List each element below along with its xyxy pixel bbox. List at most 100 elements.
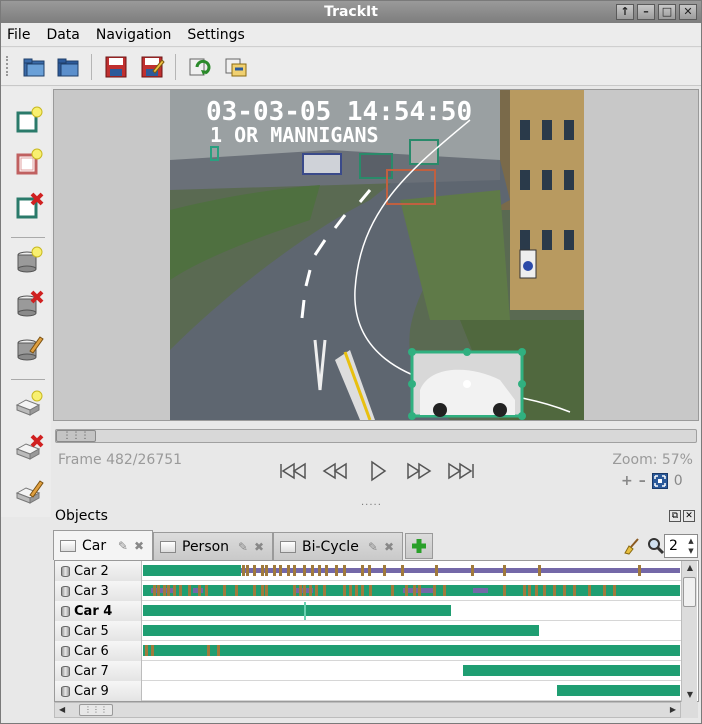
keyframe-marker[interactable] [303,565,306,576]
edit-key-icon[interactable] [14,477,44,507]
keyframe-marker[interactable] [355,585,358,596]
keyframe-marker[interactable] [343,565,346,576]
edit-class-icon[interactable]: ✎ [118,539,128,553]
zoom-in-icon[interactable]: + [621,473,633,489]
keyframe-marker[interactable] [335,565,338,576]
save-as-icon[interactable] [139,55,165,79]
new-key-icon[interactable] [14,389,44,419]
edit-object-icon[interactable] [14,333,44,363]
keyframe-marker[interactable] [563,585,566,596]
keyframe-marker[interactable] [543,585,546,596]
timeline-row[interactable]: Car 3 [55,581,682,601]
close-panel-button[interactable]: ✕ [683,510,695,522]
track-segment[interactable] [143,605,451,616]
keyframe-marker[interactable] [273,565,276,576]
delete-object-icon[interactable] [14,289,44,319]
edit-class-icon[interactable]: ✎ [238,540,248,554]
object-timeline[interactable]: Car 2 Car 3 Car 4 Car 5 Car 6 Car 7 Car 9 [54,560,699,702]
scroll-down-arrow[interactable]: ▼ [684,690,696,700]
broom-icon[interactable] [623,537,641,555]
object-label[interactable]: Car 4 [55,601,142,621]
keyframe-marker[interactable] [235,585,238,596]
new-box-icon[interactable] [14,105,44,135]
object-track[interactable] [143,621,680,641]
tab-person[interactable]: Person ✎ ✖ [153,532,273,560]
close-window-button[interactable]: ✕ [679,4,697,20]
current-frame-marker[interactable] [304,602,306,620]
keyframe-marker[interactable] [315,585,318,596]
timeline-row[interactable]: Car 6 [55,641,682,661]
timeline-row[interactable]: Car 9 [55,681,682,701]
tab-bi-cycle[interactable]: Bi-Cycle ✎ ✖ [273,532,403,560]
delete-class-icon[interactable]: ✖ [384,540,394,554]
keyframe-marker[interactable] [246,565,249,576]
object-track[interactable] [143,661,680,681]
keyframe-marker[interactable] [293,585,296,596]
keyframe-marker[interactable] [242,565,245,576]
keyframe-marker[interactable] [573,585,576,596]
keyframe-marker[interactable] [435,565,438,576]
keyframe-marker[interactable] [287,565,290,576]
keyframe-marker[interactable] [538,565,541,576]
edit-class-icon[interactable]: ✎ [368,540,378,554]
keyframe-marker[interactable] [391,585,394,596]
keyframe-marker[interactable] [401,565,404,576]
object-track[interactable] [143,561,680,581]
keyframe-marker[interactable] [361,585,364,596]
import-icon[interactable] [223,55,249,79]
timeline-row[interactable]: Car 7 [55,661,682,681]
scroll-left-arrow[interactable]: ◀ [59,705,65,714]
keyframe-marker[interactable] [279,565,282,576]
frame-scrollbar-thumb[interactable]: ⋮⋮⋮ [56,430,96,442]
save-icon[interactable] [103,55,129,79]
timeline-row[interactable]: Car 4 [55,601,682,621]
track-height-spinbox[interactable]: 2 ▲ ▼ [664,534,698,558]
scroll-up-arrow[interactable]: ▲ [684,563,696,573]
keyframe-marker[interactable] [198,585,201,596]
keyframe-marker[interactable] [553,585,556,596]
keyframe-marker[interactable] [145,645,148,656]
keyframe-marker[interactable] [217,645,220,656]
keyframe-marker[interactable] [265,565,268,576]
export-icon[interactable] [187,55,213,79]
zoom-out-icon[interactable]: – [639,473,646,489]
keyframe-marker[interactable] [157,585,160,596]
keyframe-marker[interactable] [368,565,371,576]
minimize-button[interactable]: – [637,4,655,20]
object-label[interactable]: Car 5 [55,621,142,641]
spin-arrows[interactable]: ▲ ▼ [686,536,696,556]
keyframe-marker[interactable] [369,585,372,596]
keyframe-marker[interactable] [207,645,210,656]
keyframe-marker[interactable] [205,585,208,596]
menu-navigation[interactable]: Navigation [96,27,172,43]
menu-data[interactable]: Data [46,27,79,43]
open-folder-alt-icon[interactable] [55,55,81,79]
video-frame[interactable]: 03-03-05 14:54:50 1 OR MANNIGANS [170,90,584,420]
menu-settings[interactable]: Settings [187,27,244,43]
keyframe-marker[interactable] [223,585,226,596]
step-back-icon[interactable] [319,459,351,483]
keyframe-marker[interactable] [638,565,641,576]
object-track[interactable] [143,681,680,701]
scroll-right-arrow[interactable]: ▶ [670,705,676,714]
keyframe-marker[interactable] [311,565,314,576]
keyframe-marker[interactable] [405,585,408,596]
timeline-vertical-scrollbar[interactable]: ▲ ▼ [681,561,697,702]
keyframe-marker[interactable] [523,585,526,596]
keyframe-marker[interactable] [253,585,256,596]
keyframe-marker[interactable] [588,585,591,596]
new-object-icon[interactable] [14,245,44,275]
keyframe-marker[interactable] [151,645,154,656]
open-folder-icon[interactable] [21,55,47,79]
keyframe-marker[interactable] [528,585,531,596]
toolbar-grip[interactable] [6,56,10,76]
timeline-vertical-thumb[interactable] [683,577,696,607]
keyframe-marker[interactable] [613,585,616,596]
keyframe-marker[interactable] [309,585,312,596]
keyframe-marker[interactable] [471,565,474,576]
keyframe-marker[interactable] [413,585,416,596]
track-segment[interactable] [143,625,539,636]
delete-box-icon[interactable] [14,191,44,221]
keyframe-marker[interactable] [318,565,321,576]
keyframe-marker[interactable] [167,585,170,596]
